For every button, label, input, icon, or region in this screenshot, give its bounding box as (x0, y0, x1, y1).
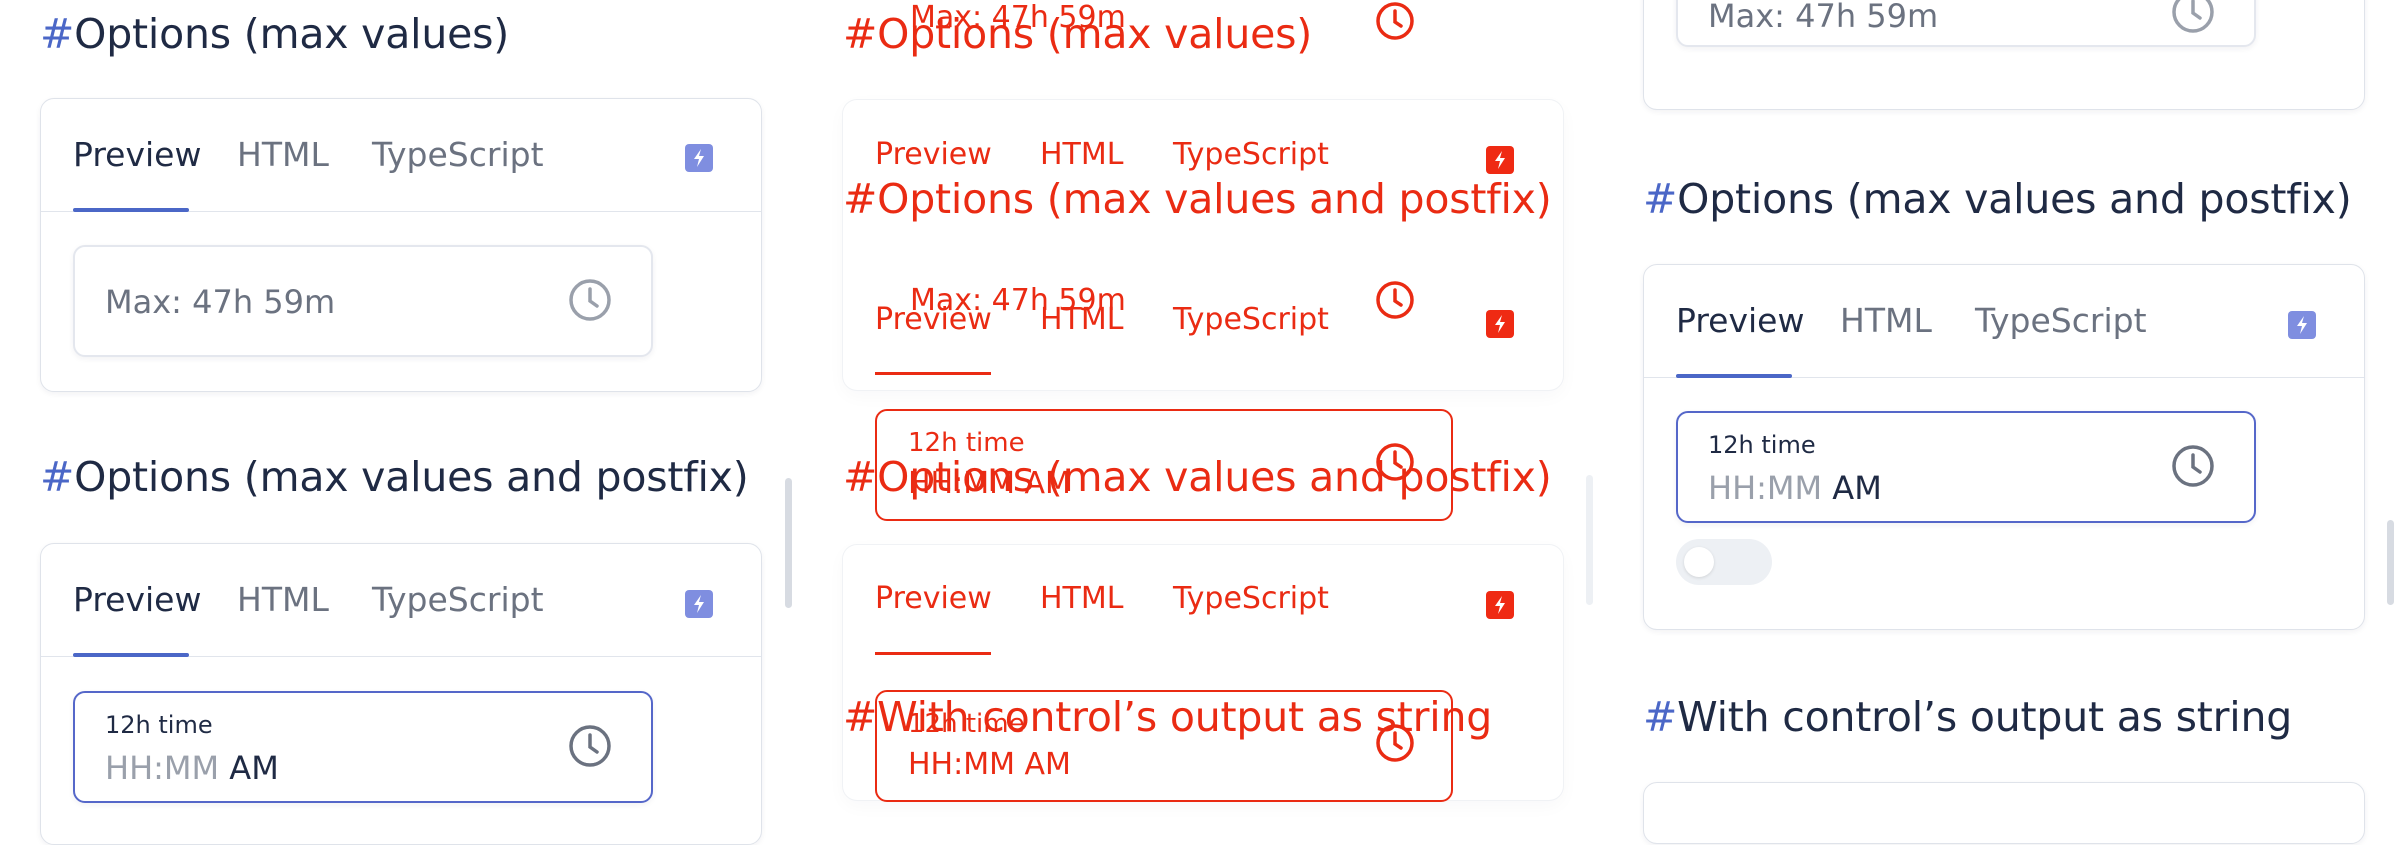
active-tab-indicator (875, 652, 991, 655)
scrollbar-right[interactable] (2387, 520, 2394, 605)
middle-field-value: HH:MM AM (908, 747, 1071, 782)
middle-tab-typescript[interactable]: TypeScript (1173, 302, 1329, 337)
clock-icon[interactable] (2170, 0, 2216, 35)
time-input-value: Max: 47h 59m (1708, 0, 1939, 35)
active-tab-indicator (73, 653, 189, 657)
heading-text: Options (max values and postfix) (74, 453, 749, 501)
tab-typescript[interactable]: TypeScript (372, 135, 544, 174)
heading-anchor-hash: # (1643, 693, 1678, 741)
middle-tab-preview[interactable]: Preview (875, 302, 992, 337)
clock-icon[interactable] (2170, 443, 2216, 489)
heading-text: Options (max values) (877, 10, 1313, 58)
active-tab-indicator (73, 208, 189, 212)
active-tab-indicator (875, 372, 991, 375)
middle-tab-html[interactable]: HTML (1040, 137, 1123, 172)
lightning-bolt-icon[interactable] (1486, 591, 1514, 619)
time-input-label: 12h time (105, 711, 213, 739)
time-input-value: HH:MM AM (105, 749, 279, 787)
clock-icon[interactable] (1374, 0, 1416, 42)
lightning-bolt-icon[interactable] (685, 144, 713, 172)
middle-tab-html[interactable]: HTML (1040, 581, 1123, 616)
time-input-value: HH:MM AM (1708, 469, 1882, 507)
time-input-12h[interactable]: 12h time HH:MM AM (1676, 411, 2256, 523)
time-input-max[interactable]: Max: 47h 59m (73, 245, 653, 357)
heading-options-max-values-and-postfix: #Options (max values and postfix) (40, 453, 749, 501)
lightning-bolt-icon[interactable] (1486, 146, 1514, 174)
example-card-max-values: Preview HTML TypeScript Max: 47h 59m (40, 98, 762, 392)
heading-anchor-hash: # (1643, 175, 1678, 223)
tab-preview[interactable]: Preview (73, 580, 201, 619)
middle-tab-preview[interactable]: Preview (875, 581, 992, 616)
time-input-12h[interactable]: 12h time HH:MM AM (73, 691, 653, 803)
scrollbar-middle[interactable] (1586, 475, 1593, 605)
heading-text: Options (max values and postfix) (877, 175, 1552, 223)
tab-typescript[interactable]: TypeScript (372, 580, 544, 619)
middle-tab-typescript[interactable]: TypeScript (1173, 137, 1329, 172)
tab-preview[interactable]: Preview (1676, 301, 1804, 340)
example-card-max-and-postfix: Preview HTML TypeScript 12h time HH:MM A… (1643, 264, 2365, 630)
time-input-placeholder: HH:MM (1708, 469, 1823, 507)
heading-anchor-hash: # (40, 10, 75, 58)
middle-heading-max-values: #Options (max values) (843, 10, 1312, 58)
tab-bar: Preview HTML TypeScript (41, 99, 761, 212)
middle-time-input-12h-2[interactable] (875, 690, 1453, 802)
lightning-bolt-icon[interactable] (2288, 311, 2316, 339)
clock-icon[interactable] (1374, 722, 1416, 764)
heading-text: Options (max values and postfix) (877, 453, 1552, 501)
middle-tab-typescript[interactable]: TypeScript (1173, 581, 1329, 616)
active-tab-indicator (1676, 374, 1792, 378)
heading-anchor-hash: # (843, 10, 878, 58)
middle-tab-html[interactable]: HTML (1040, 302, 1123, 337)
lightning-bolt-icon[interactable] (685, 590, 713, 618)
middle-heading-max-and-postfix-1: #Options (max values and postfix) (843, 175, 1552, 223)
time-input-postfix: AM (1832, 469, 1882, 507)
heading-anchor-hash: # (843, 693, 878, 741)
tab-preview[interactable]: Preview (73, 135, 201, 174)
middle-field-label: 12h time (908, 709, 1025, 739)
time-input-label: 12h time (1708, 431, 1816, 459)
heading-anchor-hash: # (843, 175, 878, 223)
heading-options-max-values: #Options (max values) (40, 10, 509, 58)
middle-heading-max-and-postfix-2: #Options (max values and postfix) (843, 453, 1552, 501)
clock-icon[interactable] (567, 277, 613, 323)
tab-html[interactable]: HTML (1840, 301, 1932, 340)
time-input-value: Max: 47h 59m (105, 283, 336, 321)
middle-tab-preview[interactable]: Preview (875, 137, 992, 172)
clock-icon[interactable] (1374, 279, 1416, 321)
heading-output-as-string: #With control’s output as string (1643, 693, 2292, 741)
time-input-placeholder: HH:MM (105, 749, 220, 787)
heading-text: With control’s output as string (1677, 693, 2293, 741)
postfix-toggle[interactable] (1676, 539, 1772, 585)
heading-anchor-hash: # (40, 453, 75, 501)
heading-text: Options (max values and postfix) (1677, 175, 2352, 223)
lightning-bolt-icon[interactable] (1486, 310, 1514, 338)
heading-options-max-values-and-postfix: #Options (max values and postfix) (1643, 175, 2352, 223)
example-card-max-values-bottom: Max: 47h 59m (1643, 0, 2365, 110)
clock-icon[interactable] (567, 723, 613, 769)
example-card-output-as-string (1643, 782, 2365, 844)
heading-text: Options (max values) (74, 10, 510, 58)
tab-html[interactable]: HTML (237, 580, 329, 619)
tab-html[interactable]: HTML (237, 135, 329, 174)
scrollbar-left[interactable] (785, 478, 792, 608)
heading-anchor-hash: # (843, 453, 878, 501)
tab-bar: Preview HTML TypeScript (1644, 265, 2364, 378)
time-input-max[interactable]: Max: 47h 59m (1676, 0, 2256, 47)
toggle-knob (1684, 547, 1714, 577)
tab-typescript[interactable]: TypeScript (1975, 301, 2147, 340)
time-input-postfix: AM (229, 749, 279, 787)
tab-bar: Preview HTML TypeScript (41, 544, 761, 657)
